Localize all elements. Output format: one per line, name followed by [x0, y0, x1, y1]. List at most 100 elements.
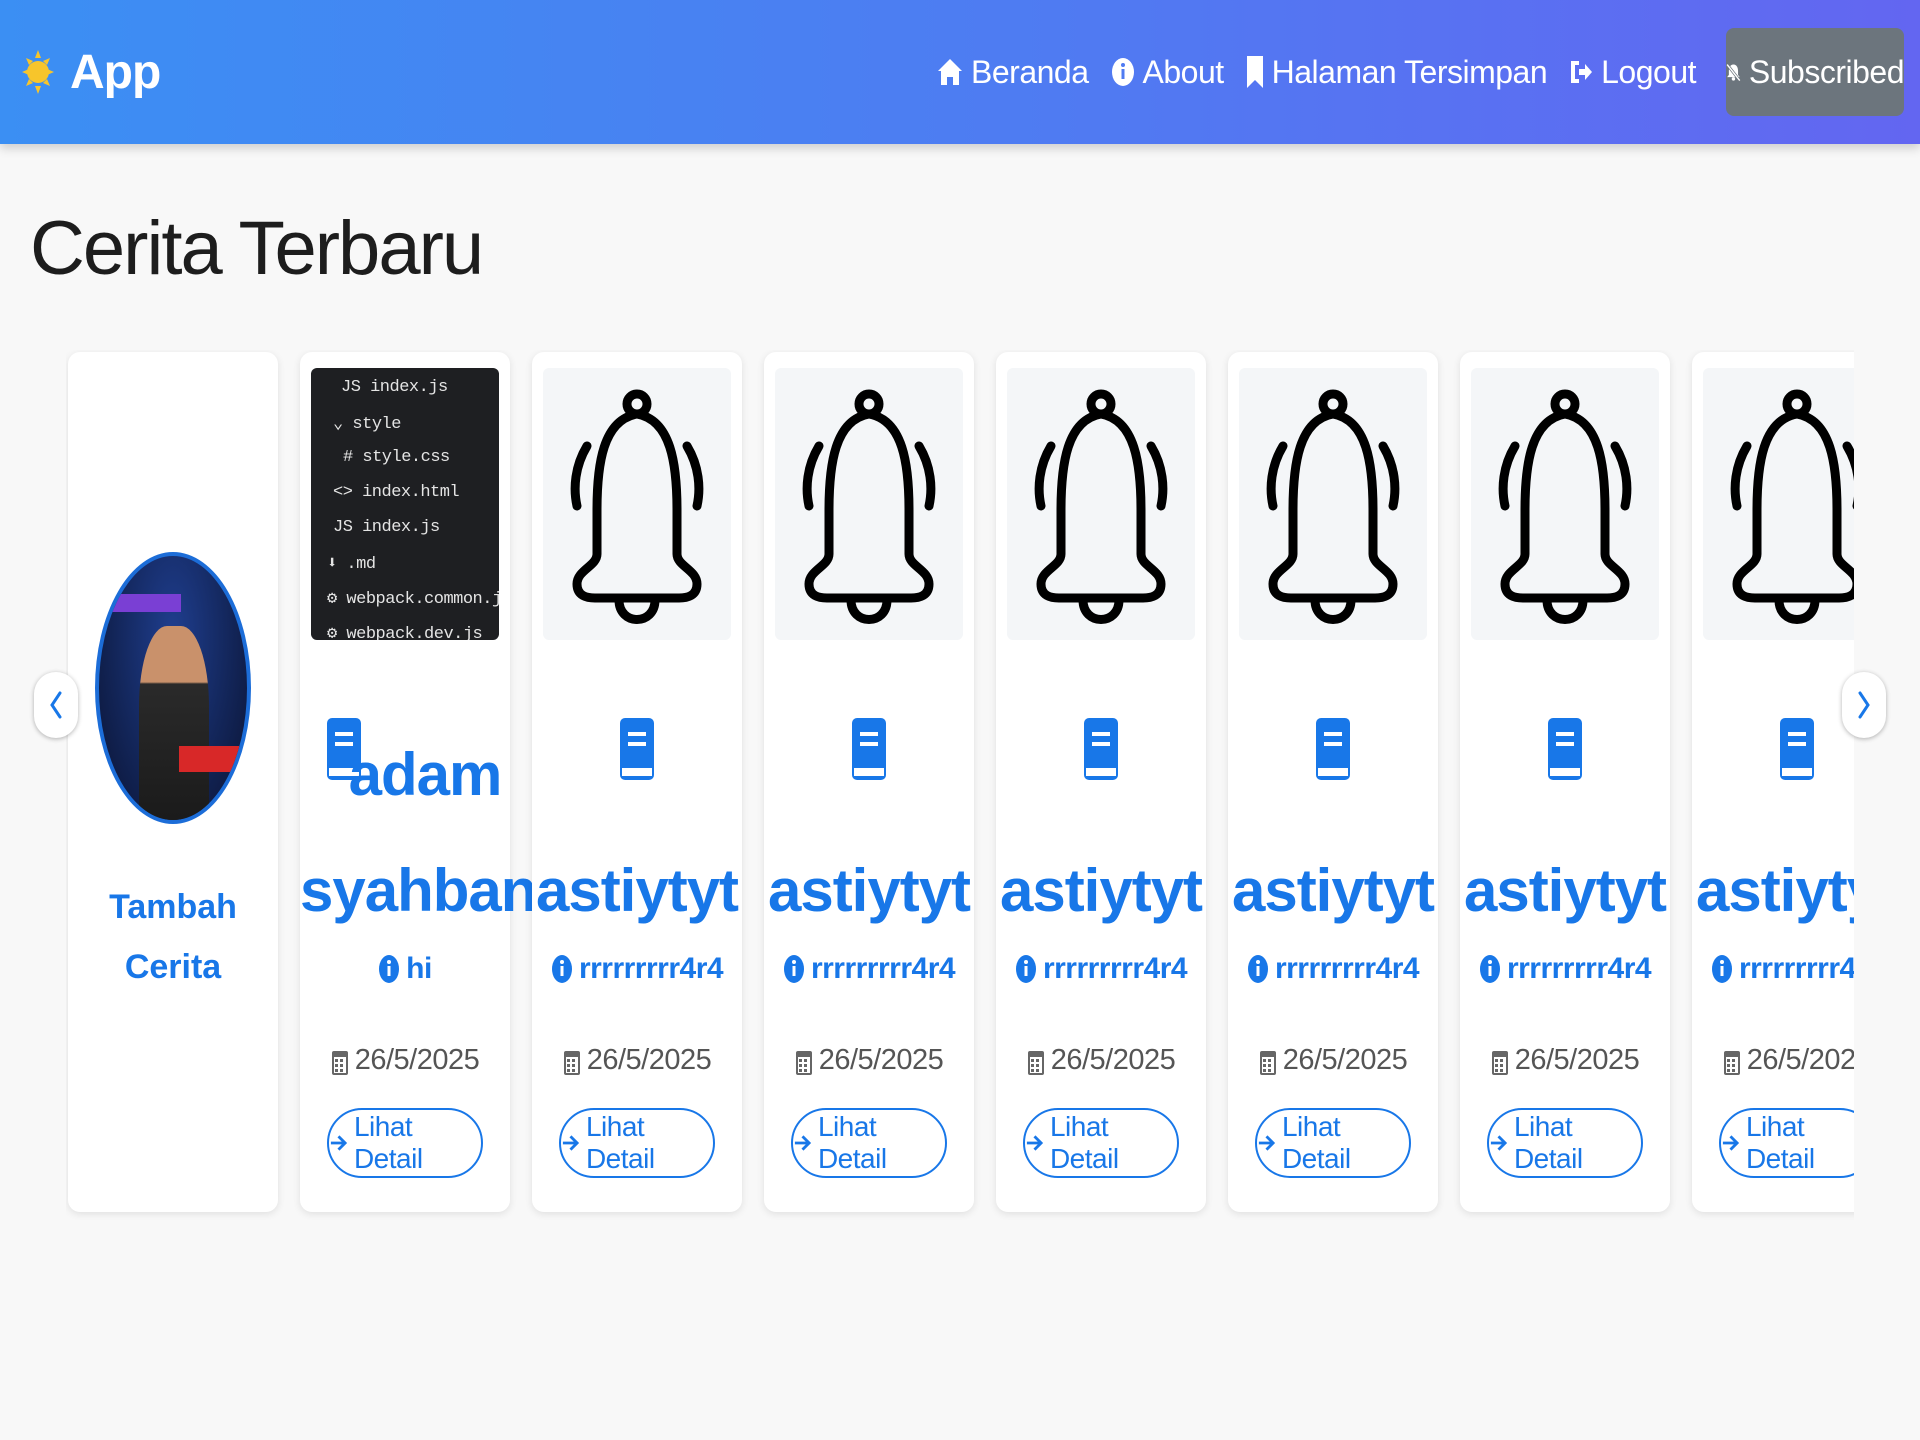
story-date: 26/5/2025: [300, 1044, 510, 1077]
calendar-icon: [1491, 1050, 1508, 1075]
story-image: [775, 368, 963, 640]
book-icon: [1780, 718, 1814, 780]
info-icon: [379, 955, 400, 983]
story-description: rrrrrrrrr4r4: [1692, 952, 1854, 986]
story-card: astiytyt rrrrrrrrr4r4 26/5/2025 Lihat De…: [532, 352, 742, 1212]
calendar-icon: [563, 1050, 580, 1075]
story-description: rrrrrrrrr4r4: [532, 952, 742, 986]
nav-saved-label: Halaman Tersimpan: [1271, 53, 1548, 90]
chevron-right-icon: [1858, 691, 1870, 719]
home-icon: [938, 59, 963, 85]
book-icon: [1316, 718, 1350, 780]
detail-button[interactable]: Lihat Detail: [791, 1108, 947, 1178]
info-icon: [1711, 955, 1732, 983]
subscribe-button[interactable]: Subscribed: [1726, 28, 1905, 116]
story-card: astiytyt rrrrrrrrr4r4 26/5/2025 Lihat De…: [1228, 352, 1438, 1212]
info-icon: [783, 955, 804, 983]
story-date: 26/5/2025: [1460, 1044, 1670, 1077]
story-carousel: Tambah Cerita JS index.js ⌄ style # styl…: [66, 350, 1854, 1220]
story-description: rrrrrrrrr4r4: [764, 952, 974, 986]
nav-about[interactable]: About: [1111, 54, 1224, 91]
calendar-icon: [1259, 1050, 1276, 1075]
arrow-right-icon: [1490, 1135, 1508, 1151]
book-icon: [852, 718, 886, 780]
story-title: astiytyt: [1463, 857, 1667, 924]
carousel-prev-button[interactable]: [34, 672, 78, 738]
nav-beranda[interactable]: Beranda: [937, 53, 1089, 91]
story-description: rrrrrrrrr4r4: [1460, 952, 1670, 986]
page-title: Cerita Terbaru: [30, 206, 484, 291]
story-title: astiytyt: [999, 857, 1203, 924]
story-image: [1471, 368, 1659, 640]
story-description: rrrrrrrrr4r4: [1228, 952, 1438, 986]
detail-button[interactable]: Lihat Detail: [1719, 1108, 1854, 1178]
detail-button[interactable]: Lihat Detail: [327, 1108, 483, 1178]
arrow-right-icon: [562, 1135, 580, 1151]
story-card: astiytyt rrrrrrrrr4r4 26/5/2025 Lihat De…: [1460, 352, 1670, 1212]
arrow-right-icon: [1722, 1135, 1740, 1151]
calendar-icon: [1027, 1050, 1044, 1075]
carousel-next-button[interactable]: [1842, 672, 1886, 738]
detail-button[interactable]: Lihat Detail: [559, 1108, 715, 1178]
story-image: [543, 368, 731, 640]
story-card: JS index.js ⌄ style # style.css <> index…: [300, 352, 537, 1212]
bell-icon: [1730, 389, 1854, 624]
bell-icon: [802, 389, 936, 624]
story-image: [1239, 368, 1427, 640]
book-icon: [1084, 718, 1118, 780]
info-icon: [1479, 955, 1500, 983]
story-title: astiytyt: [1231, 857, 1435, 924]
nav-logout[interactable]: Logout: [1569, 54, 1696, 91]
logout-icon: [1571, 61, 1593, 83]
calendar-icon: [795, 1050, 812, 1075]
bell-icon: [1266, 389, 1400, 624]
brand-name: App: [70, 45, 161, 99]
story-date: 26/5/2025: [1692, 1044, 1854, 1077]
detail-button[interactable]: Lihat Detail: [1023, 1108, 1179, 1178]
detail-button[interactable]: Lihat Detail: [1255, 1108, 1411, 1178]
detail-button[interactable]: Lihat Detail: [1487, 1108, 1643, 1178]
story-title-line2: syahban: [300, 857, 537, 924]
brand[interactable]: App: [20, 40, 161, 104]
story-date: 26/5/2025: [764, 1044, 974, 1077]
story-description: rrrrrrrrr4r4: [996, 952, 1206, 986]
book-icon: [1548, 718, 1582, 780]
story-card: astiytyt rrrrrrrrr4r4 26/5/2025 Lihat De…: [996, 352, 1206, 1212]
story-image: [1007, 368, 1195, 640]
story-image: JS index.js ⌄ style # style.css <> index…: [311, 368, 499, 640]
info-icon: [1247, 955, 1268, 983]
story-date: 26/5/2025: [1228, 1044, 1438, 1077]
book-icon: [620, 718, 654, 780]
story-title: astiytyt: [1695, 857, 1854, 924]
story-date: 26/5/2025: [996, 1044, 1206, 1077]
avatar: [95, 552, 251, 824]
calendar-icon: [331, 1050, 348, 1075]
info-icon: [551, 955, 572, 983]
calendar-icon: [1723, 1050, 1740, 1075]
story-title: astiytyt: [767, 857, 971, 924]
arrow-right-icon: [1026, 1135, 1044, 1151]
bell-slash-icon: [1726, 63, 1741, 82]
nav-logout-label: Logout: [1601, 53, 1696, 90]
navbar: App Beranda About Halaman Tersimpan Logo…: [0, 0, 1920, 144]
sun-icon: [22, 50, 54, 94]
nav-beranda-label: Beranda: [971, 53, 1089, 90]
bell-icon: [570, 389, 704, 624]
story-title: adam: [348, 741, 503, 808]
bell-icon: [1034, 389, 1168, 624]
story-date: 26/5/2025: [532, 1044, 742, 1077]
arrow-right-icon: [1258, 1135, 1276, 1151]
chevron-left-icon: [50, 691, 62, 719]
story-image: [1703, 368, 1854, 640]
info-icon: [1015, 955, 1036, 983]
info-icon: [1111, 58, 1134, 86]
add-story-card[interactable]: Tambah Cerita: [68, 352, 278, 1212]
nav-saved[interactable]: Halaman Tersimpan: [1246, 53, 1548, 91]
bell-icon: [1498, 389, 1632, 624]
story-card: astiytyt rrrrrrrrr4r4 26/5/2025 Lihat De…: [764, 352, 974, 1212]
subscribe-label: Subscribed: [1748, 53, 1905, 90]
add-story-label[interactable]: Tambah Cerita: [68, 877, 278, 997]
arrow-right-icon: [794, 1135, 812, 1151]
story-description: hi: [300, 952, 510, 986]
nav-about-label: About: [1142, 53, 1225, 90]
